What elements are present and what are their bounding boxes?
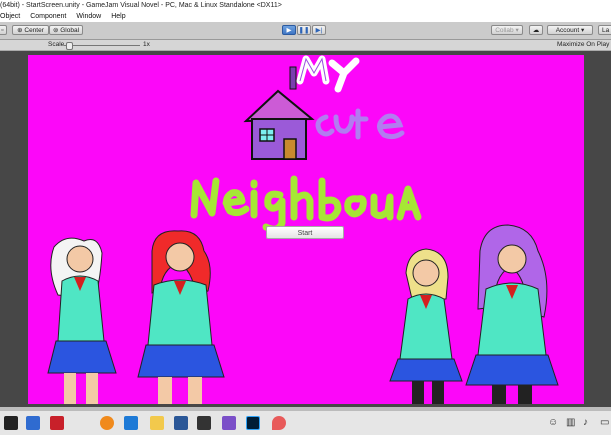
rect-tool-icon: ▫ (1, 27, 4, 34)
windows-start-icon[interactable] (4, 416, 18, 430)
editor-toolbar: ▫ ⊕ Center ⊚ Global ▶ ❚❚ ▶| Collab ▾ ☁ A… (0, 22, 611, 40)
pivot-label: Center (24, 27, 44, 34)
chevron-down-icon: ▾ (581, 27, 585, 34)
window-title: (64bit) - StartScreen.unity - GameJam Vi… (0, 2, 282, 9)
start-button[interactable]: Start (266, 226, 344, 239)
network-icon[interactable]: ▥ (566, 416, 580, 430)
account-label: Account (555, 27, 580, 34)
people-icon[interactable]: ☺ (548, 416, 562, 430)
step-icon: ▶| (315, 27, 323, 34)
game-canvas: Start (28, 55, 584, 404)
scale-slider-track[interactable] (64, 45, 140, 46)
pause-icon: ❚❚ (298, 27, 310, 34)
menu-item-window[interactable]: Window (76, 13, 101, 20)
firefox-icon[interactable] (100, 416, 114, 430)
store-icon[interactable] (26, 416, 40, 430)
word-icon[interactable] (174, 416, 188, 430)
menu-item-component[interactable]: Component (30, 13, 66, 20)
menu-item-help[interactable]: Help (111, 13, 125, 20)
windows-taskbar: ☺ ▥ ♪ ▭ (0, 410, 611, 435)
title-my-lettering (296, 55, 360, 93)
character-blonde-hair (389, 248, 463, 404)
explorer-icon[interactable] (150, 416, 164, 430)
pause-button[interactable]: ❚❚ (297, 25, 311, 35)
maximize-on-play-toggle[interactable]: Maximize On Play (557, 40, 609, 50)
layers-dropdown[interactable]: La (598, 25, 611, 35)
notifications-icon[interactable]: ▭ (600, 416, 611, 430)
edge-icon[interactable] (124, 416, 138, 430)
photoshop-icon[interactable] (246, 416, 260, 430)
sound-icon[interactable]: ♪ (583, 416, 597, 430)
globe-icon: ⊚ (52, 27, 59, 34)
visual-studio-icon[interactable] (222, 416, 236, 430)
scale-value: 1x (143, 41, 150, 48)
window-title-bar: (64bit) - StartScreen.unity - GameJam Vi… (0, 0, 611, 11)
space-label: Global (60, 27, 80, 34)
play-button[interactable]: ▶ (282, 25, 296, 35)
hand-tool-button[interactable]: ▫ (0, 25, 7, 35)
title-cute-lettering (315, 108, 405, 140)
account-dropdown[interactable]: Account ▾ (547, 25, 593, 35)
scale-slider-handle[interactable] (66, 42, 73, 50)
collab-button[interactable]: Collab ▾ (491, 25, 523, 35)
cloud-icon: ☁ (532, 27, 540, 34)
layers-label: La (602, 27, 610, 34)
pivot-center-button[interactable]: ⊕ Center (12, 25, 49, 35)
chevron-down-icon: ▾ (515, 27, 519, 34)
cloud-button[interactable]: ☁ (529, 25, 543, 35)
start-button-label: Start (297, 230, 313, 237)
character-red-hair (137, 230, 225, 404)
gift-icon[interactable] (50, 416, 64, 430)
pivot-icon: ⊕ (17, 27, 23, 34)
menu-item-object[interactable]: Object (0, 13, 20, 20)
character-purple-hair (465, 224, 559, 404)
global-space-button[interactable]: ⊚ Global (49, 25, 83, 35)
step-button[interactable]: ▶| (312, 25, 326, 35)
game-view-header: Scale 1x Maximize On Play (0, 40, 611, 51)
character-white-hair (47, 237, 117, 404)
maps-icon[interactable] (272, 416, 286, 430)
title-neighbour-lettering (190, 175, 422, 233)
play-icon: ▶ (286, 27, 292, 34)
collab-label: Collab (495, 27, 514, 34)
menu-bar: Object Component Window Help (0, 11, 611, 22)
unity-icon[interactable] (197, 416, 211, 430)
scale-label: Scale (48, 41, 65, 48)
